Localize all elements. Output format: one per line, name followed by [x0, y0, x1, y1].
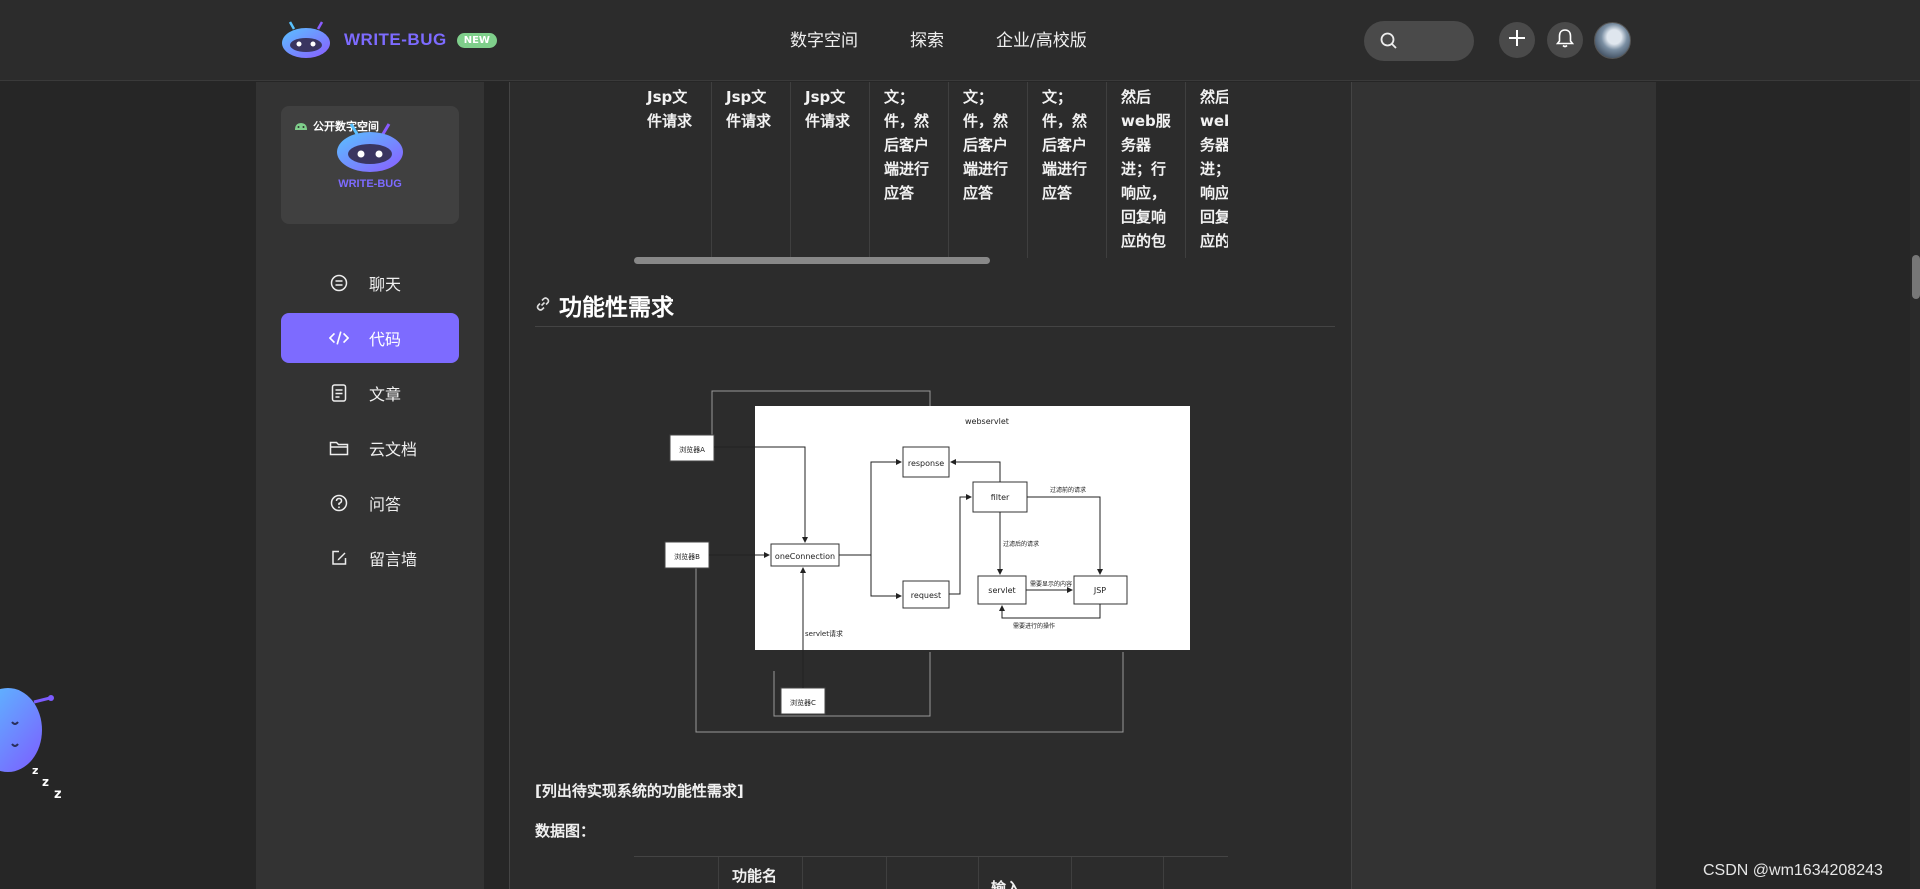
public-space-card[interactable]: 公开数字空间 WRITE-BUG	[281, 106, 459, 224]
brand-name: WRITE-BUG	[344, 30, 447, 49]
table-cell: Jsp文 件请求	[634, 82, 712, 258]
plus-icon	[1507, 28, 1527, 52]
sidebar-item-message-wall[interactable]: 留言墙	[281, 533, 459, 583]
diagram-label: JSP	[1093, 586, 1106, 595]
diagram-label: webservlet	[965, 417, 1009, 426]
table-cell: 文； 件，然 后客户 端进行 应答	[950, 82, 1028, 258]
search-input[interactable]	[1364, 21, 1474, 61]
table-header-cell	[887, 857, 979, 889]
svg-text:z: z	[32, 764, 38, 777]
table-cell: 文； 件，然 后客户 端进行 应答	[871, 82, 949, 258]
new-badge: NEW	[456, 32, 497, 48]
sidebar-item-code[interactable]: 代码	[281, 313, 459, 363]
table-cell: Jsp文 件请求	[713, 82, 791, 258]
table-scrollbar-thumb[interactable]	[634, 257, 990, 264]
sidebar-item-label: 留言墙	[369, 550, 418, 569]
diagram-label: 过滤后的请求	[1003, 540, 1039, 548]
top-navbar: WRITE-BUG NEW 数字空间 探索 企业/高校版	[0, 0, 1920, 81]
requirements-table: Jsp文 件请求 Jsp文 件请求 Jsp文 件请求 文； 件，然 后客户 端进…	[634, 82, 1228, 260]
bell-icon	[1555, 28, 1575, 52]
architecture-diagram: 浏览器A 浏览器B 浏览器C oneConnection response re…	[660, 366, 1193, 736]
right-column	[1352, 82, 1656, 889]
diagram-label: 浏览器A	[679, 445, 705, 454]
diagram-label: servlet请求	[805, 629, 843, 638]
table-header-cell	[634, 857, 719, 889]
edit-icon	[329, 548, 349, 568]
brand-logo[interactable]: WRITE-BUG NEW	[280, 20, 497, 60]
table-header-cell	[1164, 857, 1228, 889]
question-icon	[329, 493, 349, 513]
table-header-cell	[1072, 857, 1164, 889]
section-title: 功能性需求	[559, 295, 674, 321]
csdn-watermark: CSDN @wm1634208243	[1703, 862, 1883, 879]
section-heading: 功能性需求	[535, 288, 674, 322]
sidebar-item-cloud-docs[interactable]: 云文档	[281, 423, 459, 473]
table-cell: 然后 web服 务器 进；行 响应， 回复响 应的包	[1108, 82, 1186, 258]
diagram-label: 浏览器B	[674, 552, 700, 561]
data-diagram-label: 数据图：	[535, 822, 596, 840]
svg-text:z: z	[54, 787, 62, 802]
user-avatar[interactable]	[1594, 22, 1631, 59]
diagram-label: servlet	[988, 586, 1015, 595]
table-header-cell: 输入	[979, 857, 1072, 889]
table-header-cell: 功能名	[719, 857, 803, 889]
document-icon	[329, 383, 349, 403]
sidebar-item-chat[interactable]: 聊天	[281, 258, 459, 308]
page-scrollbar-track[interactable]	[1910, 0, 1920, 889]
sidebar-item-label: 聊天	[369, 275, 402, 294]
section-divider	[535, 326, 1335, 327]
code-icon	[329, 328, 349, 348]
search-icon	[1379, 31, 1399, 55]
article-content: Jsp文 件请求 Jsp文 件请求 Jsp文 件请求 文； 件，然 后客户 端进…	[509, 82, 1352, 889]
sidebar-menu: 聊天 代码 文章 云文档 问答 留言墙	[281, 258, 459, 588]
table-cell: 文； 件，然 后客户 端进行 应答	[1029, 82, 1107, 258]
diagram-label: 需要进行的操作	[1013, 622, 1055, 630]
requirements-note: [列出待实现系统的功能性需求]	[535, 782, 744, 800]
folder-icon	[329, 438, 349, 458]
diagram-label: oneConnection	[775, 552, 835, 561]
nav-enterprise[interactable]: 企业/高校版	[996, 26, 1087, 51]
sidebar-item-label: 文章	[369, 385, 402, 404]
sidebar-item-qa[interactable]: 问答	[281, 478, 459, 528]
diagram-label: request	[911, 591, 941, 600]
sidebar-item-label: 云文档	[369, 440, 418, 459]
table-header-cell	[803, 857, 887, 889]
table-horizontal-scrollbar[interactable]	[634, 257, 1228, 265]
nav-explore[interactable]: 探索	[910, 26, 944, 51]
link-icon[interactable]	[535, 292, 551, 318]
space-brand: WRITE-BUG	[338, 178, 402, 190]
diagram-label: 过滤前的请求	[1050, 486, 1086, 494]
diagram-panel	[755, 406, 1193, 650]
table-cell: Jsp文 件请求	[792, 82, 870, 258]
sidebar-item-label: 问答	[369, 495, 402, 514]
diagram-label: 需要显示的内容	[1030, 580, 1072, 588]
mascot-logo-icon	[280, 21, 332, 59]
chat-icon	[329, 273, 349, 293]
space-mascot-icon	[335, 120, 405, 180]
diagram-label: filter	[991, 493, 1010, 502]
android-icon	[293, 119, 309, 134]
nav-digital-space[interactable]: 数字空间	[790, 26, 858, 51]
page-scrollbar-thumb[interactable]	[1912, 255, 1920, 299]
svg-text:z: z	[42, 775, 49, 789]
sidebar-item-label: 代码	[369, 330, 402, 349]
diagram-label: 浏览器C	[790, 698, 816, 707]
table-cell: 然后 web 务器 进； 响应 回复 应的	[1187, 82, 1228, 258]
main-nav: 数字空间 探索 企业/高校版	[790, 26, 1139, 51]
sleeping-mascot-icon[interactable]: z z z	[0, 672, 70, 802]
data-table: 功能名 输入	[634, 856, 1228, 889]
diagram-label: response	[908, 459, 944, 468]
notifications-button[interactable]	[1547, 22, 1583, 58]
create-button[interactable]	[1499, 22, 1535, 58]
left-sidebar: 公开数字空间 WRITE-BUG 聊天 代码 文章 云文档 问答 留言墙	[256, 82, 484, 889]
sidebar-item-article[interactable]: 文章	[281, 368, 459, 418]
